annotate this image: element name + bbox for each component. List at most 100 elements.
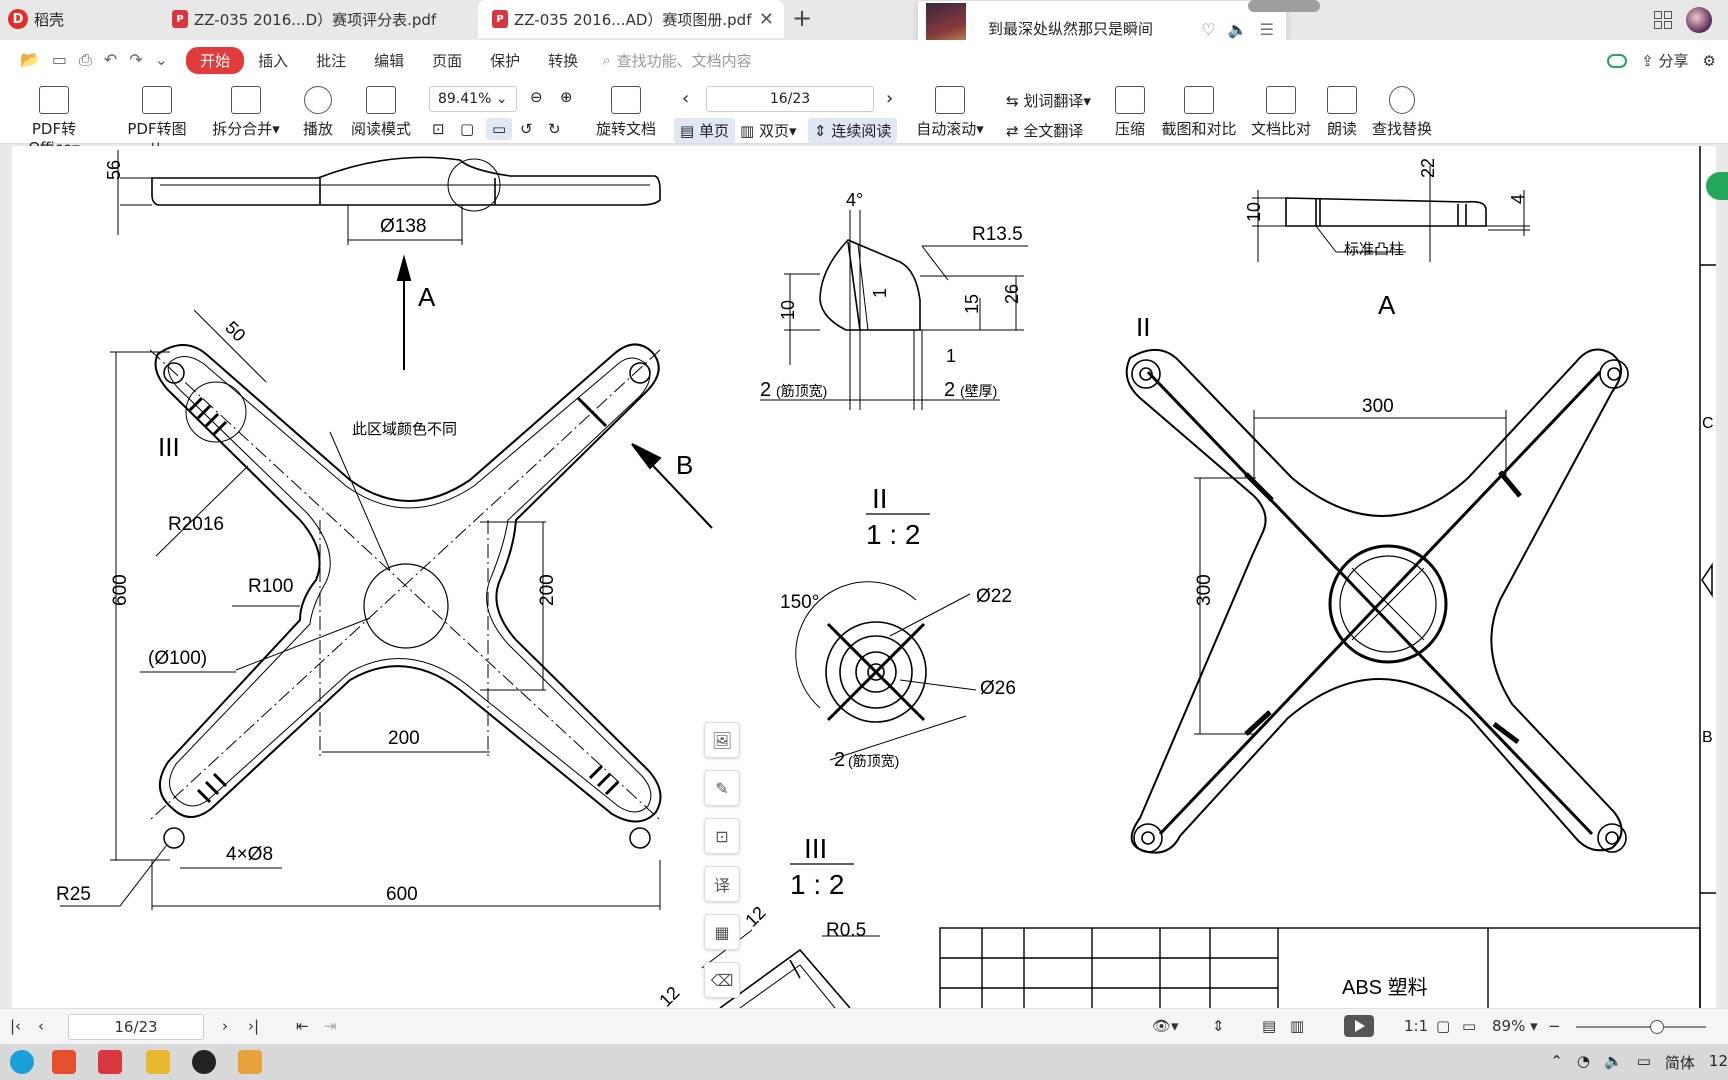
tool-app-icon[interactable] (238, 1050, 262, 1074)
split-merge-button[interactable]: 拆分合并▾ (210, 86, 282, 139)
play-button[interactable]: 播放 (300, 86, 336, 139)
find-replace-button[interactable]: 查找替换 (1370, 86, 1434, 139)
share-button[interactable]: ⇪ 分享 (1641, 50, 1688, 71)
menu-insert[interactable]: 插入 (244, 50, 302, 71)
search-icon: ⌕ (602, 51, 611, 69)
center-hub-circle (363, 563, 449, 649)
tray-chevron-icon[interactable]: ⌃ (1550, 1052, 1563, 1073)
menu-page[interactable]: 页面 (418, 50, 476, 71)
new-tab-button[interactable]: + (792, 4, 812, 32)
crop-icon[interactable]: ⊡ (704, 818, 740, 854)
speaker-icon[interactable]: 🔈 (1604, 1052, 1623, 1073)
image-tool-icon[interactable]: 🖼 (704, 722, 740, 758)
zoom-select[interactable]: 89.41% ⌄ (429, 86, 517, 112)
prev-page-status-icon[interactable]: ‹ (38, 1017, 44, 1035)
compress-button[interactable]: 压缩 (1112, 86, 1148, 139)
continuous-mode-icon[interactable]: ⇕ (1212, 1017, 1225, 1035)
menu-annotate[interactable]: 批注 (302, 50, 360, 71)
fit-page-status-icon[interactable]: ▢ (1436, 1017, 1450, 1035)
doc-compare-button[interactable]: 文档比对 (1250, 86, 1312, 139)
wps-app-icon[interactable] (98, 1050, 122, 1074)
rotate-left-icon[interactable]: ↺ (520, 120, 533, 138)
heart-icon[interactable]: ♡ (1201, 20, 1215, 39)
avatar[interactable] (1686, 7, 1712, 33)
double-page-button[interactable]: ▥ 双页▾ (740, 120, 797, 141)
redo-icon[interactable]: ↷ (129, 50, 142, 70)
undo-icon[interactable]: ↶ (104, 50, 117, 70)
read-mode-button[interactable]: 阅读模式 (350, 86, 412, 139)
close-tab-icon[interactable]: ✕ (759, 9, 774, 30)
dim-300-horizontal: 300 (1362, 396, 1394, 417)
dim-1-a: 1 (870, 288, 890, 298)
fit-page-icon[interactable]: ▢ (460, 120, 474, 138)
save-icon[interactable]: ▭ (52, 50, 67, 70)
cloud-sync-icon[interactable] (1607, 53, 1628, 68)
print-icon[interactable]: ⎙ (79, 50, 92, 70)
table-extract-icon[interactable]: ▦ (704, 914, 740, 950)
fit-width-status-icon[interactable]: ▭ (1462, 1017, 1476, 1035)
screenshot-compare-button[interactable]: 截图和对比 (1160, 86, 1238, 139)
recorder-app-icon[interactable] (192, 1050, 216, 1074)
back-icon[interactable]: ⇤ (296, 1017, 309, 1035)
ime-indicator[interactable]: 简体 (1665, 1052, 1695, 1073)
wifi-icon[interactable]: ◔ (1577, 1052, 1590, 1073)
read-aloud-button[interactable]: 朗读 (1324, 86, 1360, 139)
dim-12: 12 (741, 902, 769, 930)
dim-r25: R25 (56, 884, 91, 905)
menu-convert[interactable]: 转换 (534, 50, 592, 71)
next-page-icon[interactable]: › (886, 88, 893, 109)
actual-size-status-icon[interactable]: 1:1 (1404, 1017, 1428, 1035)
forward-icon[interactable]: ⇥ (324, 1017, 337, 1035)
eraser-icon[interactable]: ⌫ (704, 962, 740, 998)
rotate-document-button[interactable]: 旋转文档 (594, 86, 658, 139)
translate-image-icon[interactable]: 译 (704, 866, 740, 902)
browser-app-icon[interactable] (10, 1050, 34, 1074)
battery-icon[interactable]: ▭ (1637, 1052, 1651, 1073)
single-page-status-icon[interactable]: ▤ (1262, 1017, 1276, 1035)
status-zoom-select[interactable]: 89% ▾ (1492, 1017, 1538, 1035)
zoom-slider-knob[interactable] (1650, 1020, 1664, 1034)
play-slideshow-button[interactable] (1344, 1015, 1374, 1037)
view-a-title: A (1378, 290, 1396, 320)
tab-drawing-book[interactable]: P ZZ-035 2016...AD）赛项图册.pdf ✕ (478, 0, 784, 38)
zoom-slider[interactable] (1576, 1020, 1706, 1034)
menu-start[interactable]: 开始 (186, 46, 245, 74)
prev-page-icon[interactable]: ‹ (682, 88, 689, 109)
first-page-icon[interactable]: |‹ (10, 1017, 21, 1035)
playlist-icon[interactable]: ☰ (1260, 20, 1274, 39)
menu-protect[interactable]: 保护 (476, 50, 534, 71)
function-search[interactable]: ⌕ 查找功能、文档内容 (602, 50, 751, 71)
fit-width-icon[interactable]: ▭ (486, 118, 513, 140)
double-page-status-icon[interactable]: ▥ (1290, 1017, 1304, 1035)
file-explorer-icon[interactable] (146, 1050, 170, 1074)
settings-gear-icon[interactable]: ⚙ (1703, 52, 1716, 70)
view-b-arrow (631, 443, 713, 529)
docer-home-tab[interactable]: D 稻壳 (0, 0, 155, 38)
side-panel-toggle[interactable] (1706, 172, 1728, 200)
eye-protection-icon[interactable]: 👁▾ (1152, 1017, 1179, 1035)
open-folder-icon[interactable]: 📂 (20, 50, 40, 70)
apps-grid-icon[interactable] (1654, 11, 1672, 29)
frame-zone-b-right: B (1702, 729, 1713, 746)
zoom-out-icon[interactable]: ⊖ (530, 88, 543, 106)
last-page-icon[interactable]: ›| (248, 1017, 259, 1035)
rotate-right-icon[interactable]: ↻ (548, 120, 561, 138)
status-page-input[interactable]: 16/23 (68, 1014, 204, 1040)
tab-score-sheet[interactable]: P ZZ-035 2016...D）赛项评分表.pdf (158, 0, 476, 38)
office-app-icon[interactable] (52, 1050, 76, 1074)
edit-image-icon[interactable]: ✎ (704, 770, 740, 806)
volume-icon[interactable]: 🔈 (1228, 20, 1248, 39)
auto-scroll-button[interactable]: 自动滚动▾ (914, 86, 986, 139)
actual-size-icon[interactable]: ⊡ (432, 120, 445, 138)
word-translate-button[interactable]: ⇆ 划词翻译▾ (1006, 90, 1091, 111)
single-page-button[interactable]: ▤ 单页 (674, 118, 735, 143)
full-translate-button[interactable]: ⇄ 全文翻译 (1006, 120, 1083, 141)
split-merge-icon (231, 86, 261, 114)
chevron-down-icon[interactable]: ⌄ (155, 50, 168, 70)
menu-edit[interactable]: 编辑 (360, 50, 418, 71)
zoom-in-icon[interactable]: ⊕ (560, 88, 573, 106)
continuous-read-button[interactable]: ⇕ 连续阅读 (808, 118, 898, 143)
page-number-input[interactable]: 16/23 (706, 86, 874, 112)
zoom-out-status-icon[interactable]: − (1548, 1017, 1561, 1035)
next-page-status-icon[interactable]: › (222, 1017, 228, 1035)
